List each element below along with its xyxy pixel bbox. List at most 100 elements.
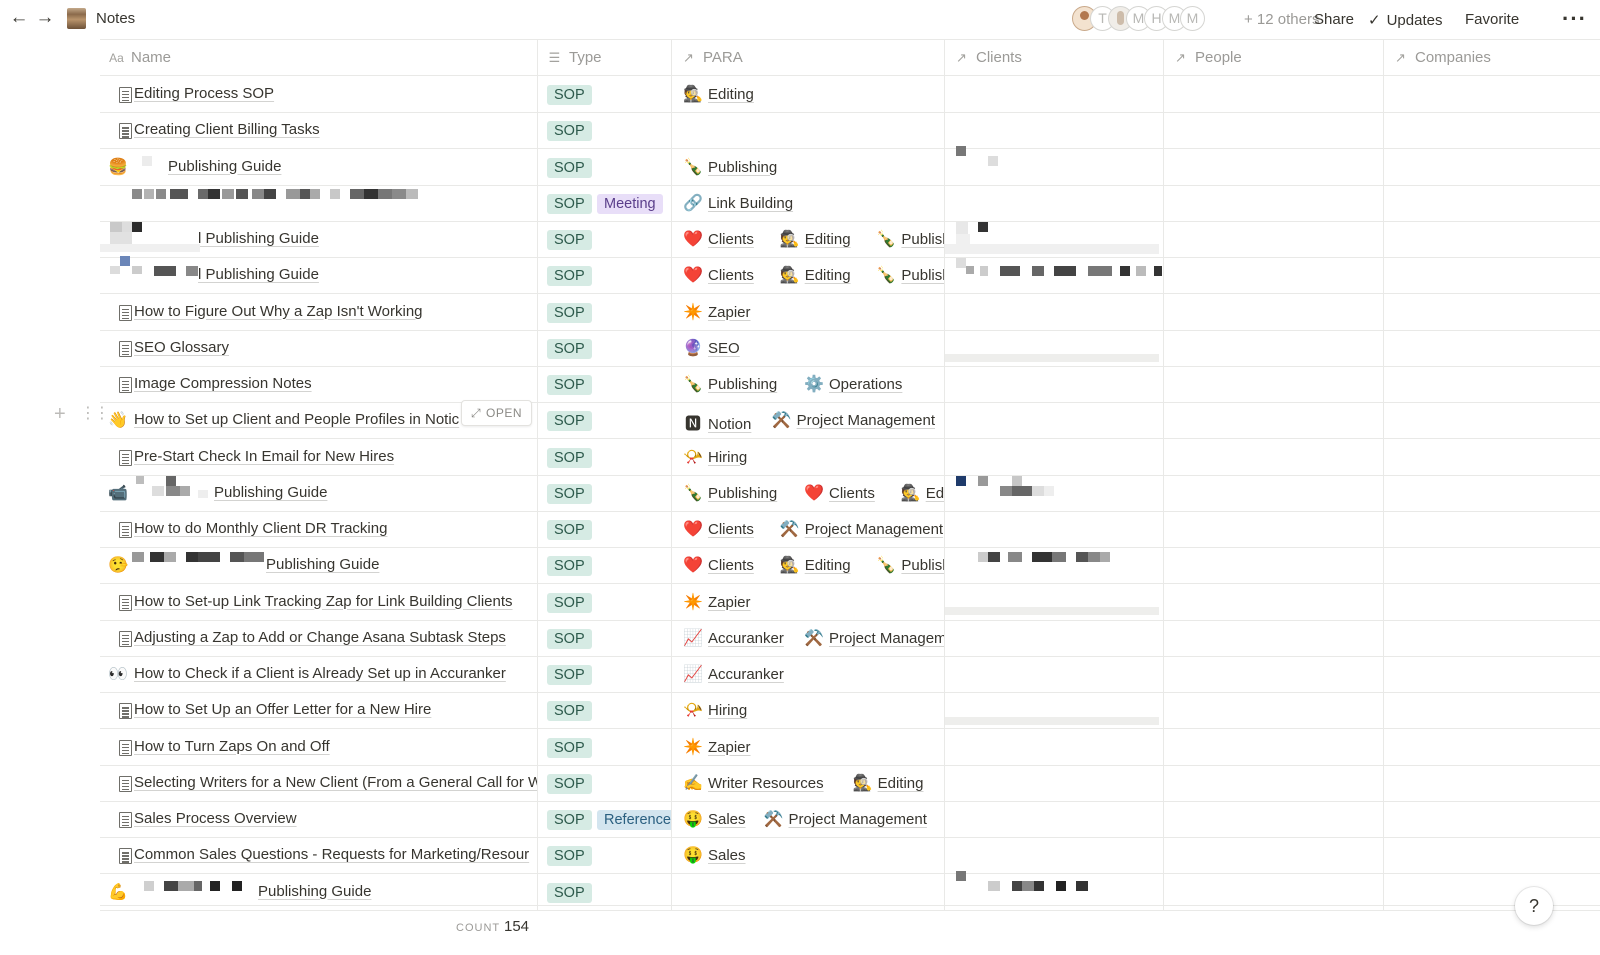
para-relation[interactable]: ✴️ Zapier: [682, 302, 751, 322]
row-title[interactable]: How to Check if a Client is Already Set …: [134, 665, 506, 682]
companies-cell[interactable]: [1384, 837, 1600, 873]
companies-cell[interactable]: [1384, 801, 1600, 837]
clients-cell[interactable]: [945, 112, 1164, 149]
row-title[interactable]: Publishing Guide: [258, 883, 371, 900]
companies-cell[interactable]: [1384, 765, 1600, 801]
para-relation[interactable]: 🕵️ Editing: [779, 229, 851, 249]
table-row[interactable]: 🤥 Publishing Guide SOP ❤️ Clients 🕵️ Editing 🍾 P…: [100, 547, 1600, 585]
para-cell[interactable]: ✍️Writer Resources🕵️Editing❤️: [672, 764, 945, 801]
companies-cell[interactable]: [1384, 656, 1600, 692]
name-cell[interactable]: Pre-Start Check In Email for New Hires: [100, 438, 538, 475]
para-cell[interactable]: [672, 112, 945, 149]
table-row[interactable]: 📹 Publishing Guide SOP 🍾 Publishing ❤️ Clients…: [100, 474, 1600, 512]
people-cell[interactable]: [1164, 764, 1384, 801]
clients-cell[interactable]: [945, 184, 1164, 221]
para-relation[interactable]: 🍾Publishin: [875, 555, 944, 575]
add-row-icon[interactable]: +: [54, 403, 66, 426]
people-cell[interactable]: [1164, 801, 1384, 837]
companies-cell[interactable]: [1384, 76, 1600, 112]
para-relation[interactable]: ⚒️ Project Management: [763, 809, 927, 829]
people-cell[interactable]: [1164, 184, 1384, 221]
column-header-people[interactable]: ↗ People: [1164, 40, 1384, 76]
table-row[interactable]: Selecting Writers for a New Client (From…: [100, 764, 1600, 802]
people-cell[interactable]: [1164, 474, 1384, 511]
people-cell[interactable]: [1164, 257, 1384, 294]
back-arrow-icon[interactable]: ←: [9, 8, 29, 28]
para-relation[interactable]: 🕵️ Editing: [682, 84, 754, 104]
name-cell[interactable]: Creating Client Billing Tasks: [100, 112, 538, 149]
type-cell[interactable]: SOP: [538, 257, 672, 294]
table-row[interactable]: 👋 How to Set up Client and People Profile…: [100, 402, 1600, 440]
clients-cell[interactable]: [945, 438, 1164, 475]
row-title[interactable]: Creating Client Billing Tasks: [134, 121, 320, 138]
forward-arrow-icon[interactable]: →: [35, 8, 55, 28]
table-row[interactable]: How to do Monthly Client DR Tracking SOP ❤…: [100, 511, 1600, 548]
people-cell[interactable]: [1164, 221, 1384, 257]
people-cell[interactable]: [1164, 76, 1384, 112]
people-cell[interactable]: [1164, 547, 1384, 584]
para-cell[interactable]: 🅽 Notion ⚒️ Project Management: [672, 402, 945, 439]
companies-cell[interactable]: [1384, 294, 1600, 330]
para-relation[interactable]: ❤️ Clients: [682, 555, 754, 575]
type-cell[interactable]: SOP: [538, 329, 672, 366]
name-cell[interactable]: Editing Process SOP: [100, 76, 538, 112]
name-cell[interactable]: 🍔 Publishing Guide: [100, 148, 538, 185]
para-cell[interactable]: 📯 Hiring: [672, 692, 945, 729]
para-relation[interactable]: 🔗 Link Building: [682, 193, 793, 213]
para-relation[interactable]: ✍️ Writer Resources: [682, 773, 824, 793]
para-relation[interactable]: 🅽 Notion: [682, 410, 751, 434]
table-row[interactable]: 🍔 Publishing Guide SOP 🍾 Publishing: [100, 148, 1600, 186]
para-cell[interactable]: ❤️ Clients 🕵️Editing 🍾Publishin: [672, 257, 945, 294]
row-title[interactable]: How to do Monthly Client DR Tracking: [134, 520, 387, 537]
people-cell[interactable]: [1164, 438, 1384, 475]
clients-cell[interactable]: [945, 76, 1164, 112]
people-cell[interactable]: [1164, 511, 1384, 547]
para-cell[interactable]: 🤑 Sales: [672, 837, 945, 874]
para-relation[interactable]: 🕵️ Editing: [779, 555, 851, 575]
type-cell[interactable]: SOP Reference: [538, 801, 672, 837]
clients-cell[interactable]: [945, 511, 1164, 547]
para-relation[interactable]: 🍾 Publishing: [682, 374, 777, 394]
row-title[interactable]: How to Turn Zaps On and Off: [134, 738, 330, 755]
name-cell[interactable]: Image Compression Notes: [100, 366, 538, 402]
row-title[interactable]: Sales Process Overview: [134, 810, 297, 827]
table-row[interactable]: SOP Meeting 🔗 Link Building: [100, 184, 1600, 222]
help-button[interactable]: ?: [1515, 887, 1553, 925]
para-relation[interactable]: 🔮 SEO: [682, 338, 740, 358]
para-cell[interactable]: ❤️ Clients 🕵️Editing 🍾Publishin: [672, 547, 945, 584]
para-relation[interactable]: 🕵️ Editing: [779, 265, 851, 285]
para-relation[interactable]: ❤️ Clients: [682, 229, 754, 249]
clients-cell[interactable]: [945, 366, 1164, 402]
people-cell[interactable]: [1164, 837, 1384, 874]
row-title[interactable]: Adjusting a Zap to Add or Change Asana S…: [134, 629, 506, 646]
column-header-companies[interactable]: ↗ Companies: [1384, 40, 1600, 76]
para-relation[interactable]: ❤️ Clients: [682, 265, 754, 285]
companies-cell[interactable]: [1384, 547, 1600, 583]
row-title[interactable]: Publishing Guide: [168, 158, 281, 175]
drag-handle-icon[interactable]: ⋮⋮: [80, 403, 110, 423]
row-title[interactable]: Editing Process SOP: [134, 85, 274, 102]
para-cell[interactable]: ❤️ Clients 🕵️Editing 🍾Publishin: [672, 221, 945, 257]
para-relation[interactable]: 📈 Accuranker: [682, 664, 784, 684]
companies-cell[interactable]: [1384, 584, 1600, 620]
row-title[interactable]: Common Sales Questions - Requests for Ma…: [134, 846, 529, 863]
companies-cell[interactable]: [1384, 257, 1600, 293]
para-relation[interactable]: 🤑 Sales: [682, 809, 746, 829]
para-cell[interactable]: 🔗 Link Building: [672, 184, 945, 221]
table-row[interactable]: 👀 How to Check if a Client is Already Set…: [100, 656, 1600, 693]
para-relation[interactable]: 🤑 Sales: [682, 845, 746, 865]
table-row[interactable]: Adjusting a Zap to Add or Change Asana S…: [100, 619, 1600, 657]
type-cell[interactable]: SOP: [538, 728, 672, 765]
people-cell[interactable]: [1164, 148, 1384, 185]
column-header-name[interactable]: Aa Name: [100, 40, 538, 76]
para-cell[interactable]: 🍾 Publishing ⚙️ Operations: [672, 366, 945, 402]
clients-cell[interactable]: [945, 619, 1164, 656]
row-title[interactable]: l Publishing Guide: [198, 230, 319, 247]
table-row[interactable]: How to Turn Zaps On and Off SOP ✴️ Zapier: [100, 728, 1600, 766]
companies-cell[interactable]: [1384, 439, 1600, 475]
type-cell[interactable]: SOP: [538, 402, 672, 439]
type-cell[interactable]: SOP: [538, 619, 672, 656]
clients-cell[interactable]: [945, 656, 1164, 692]
column-header-type[interactable]: ☰ Type: [538, 40, 672, 76]
people-cell[interactable]: [1164, 656, 1384, 692]
